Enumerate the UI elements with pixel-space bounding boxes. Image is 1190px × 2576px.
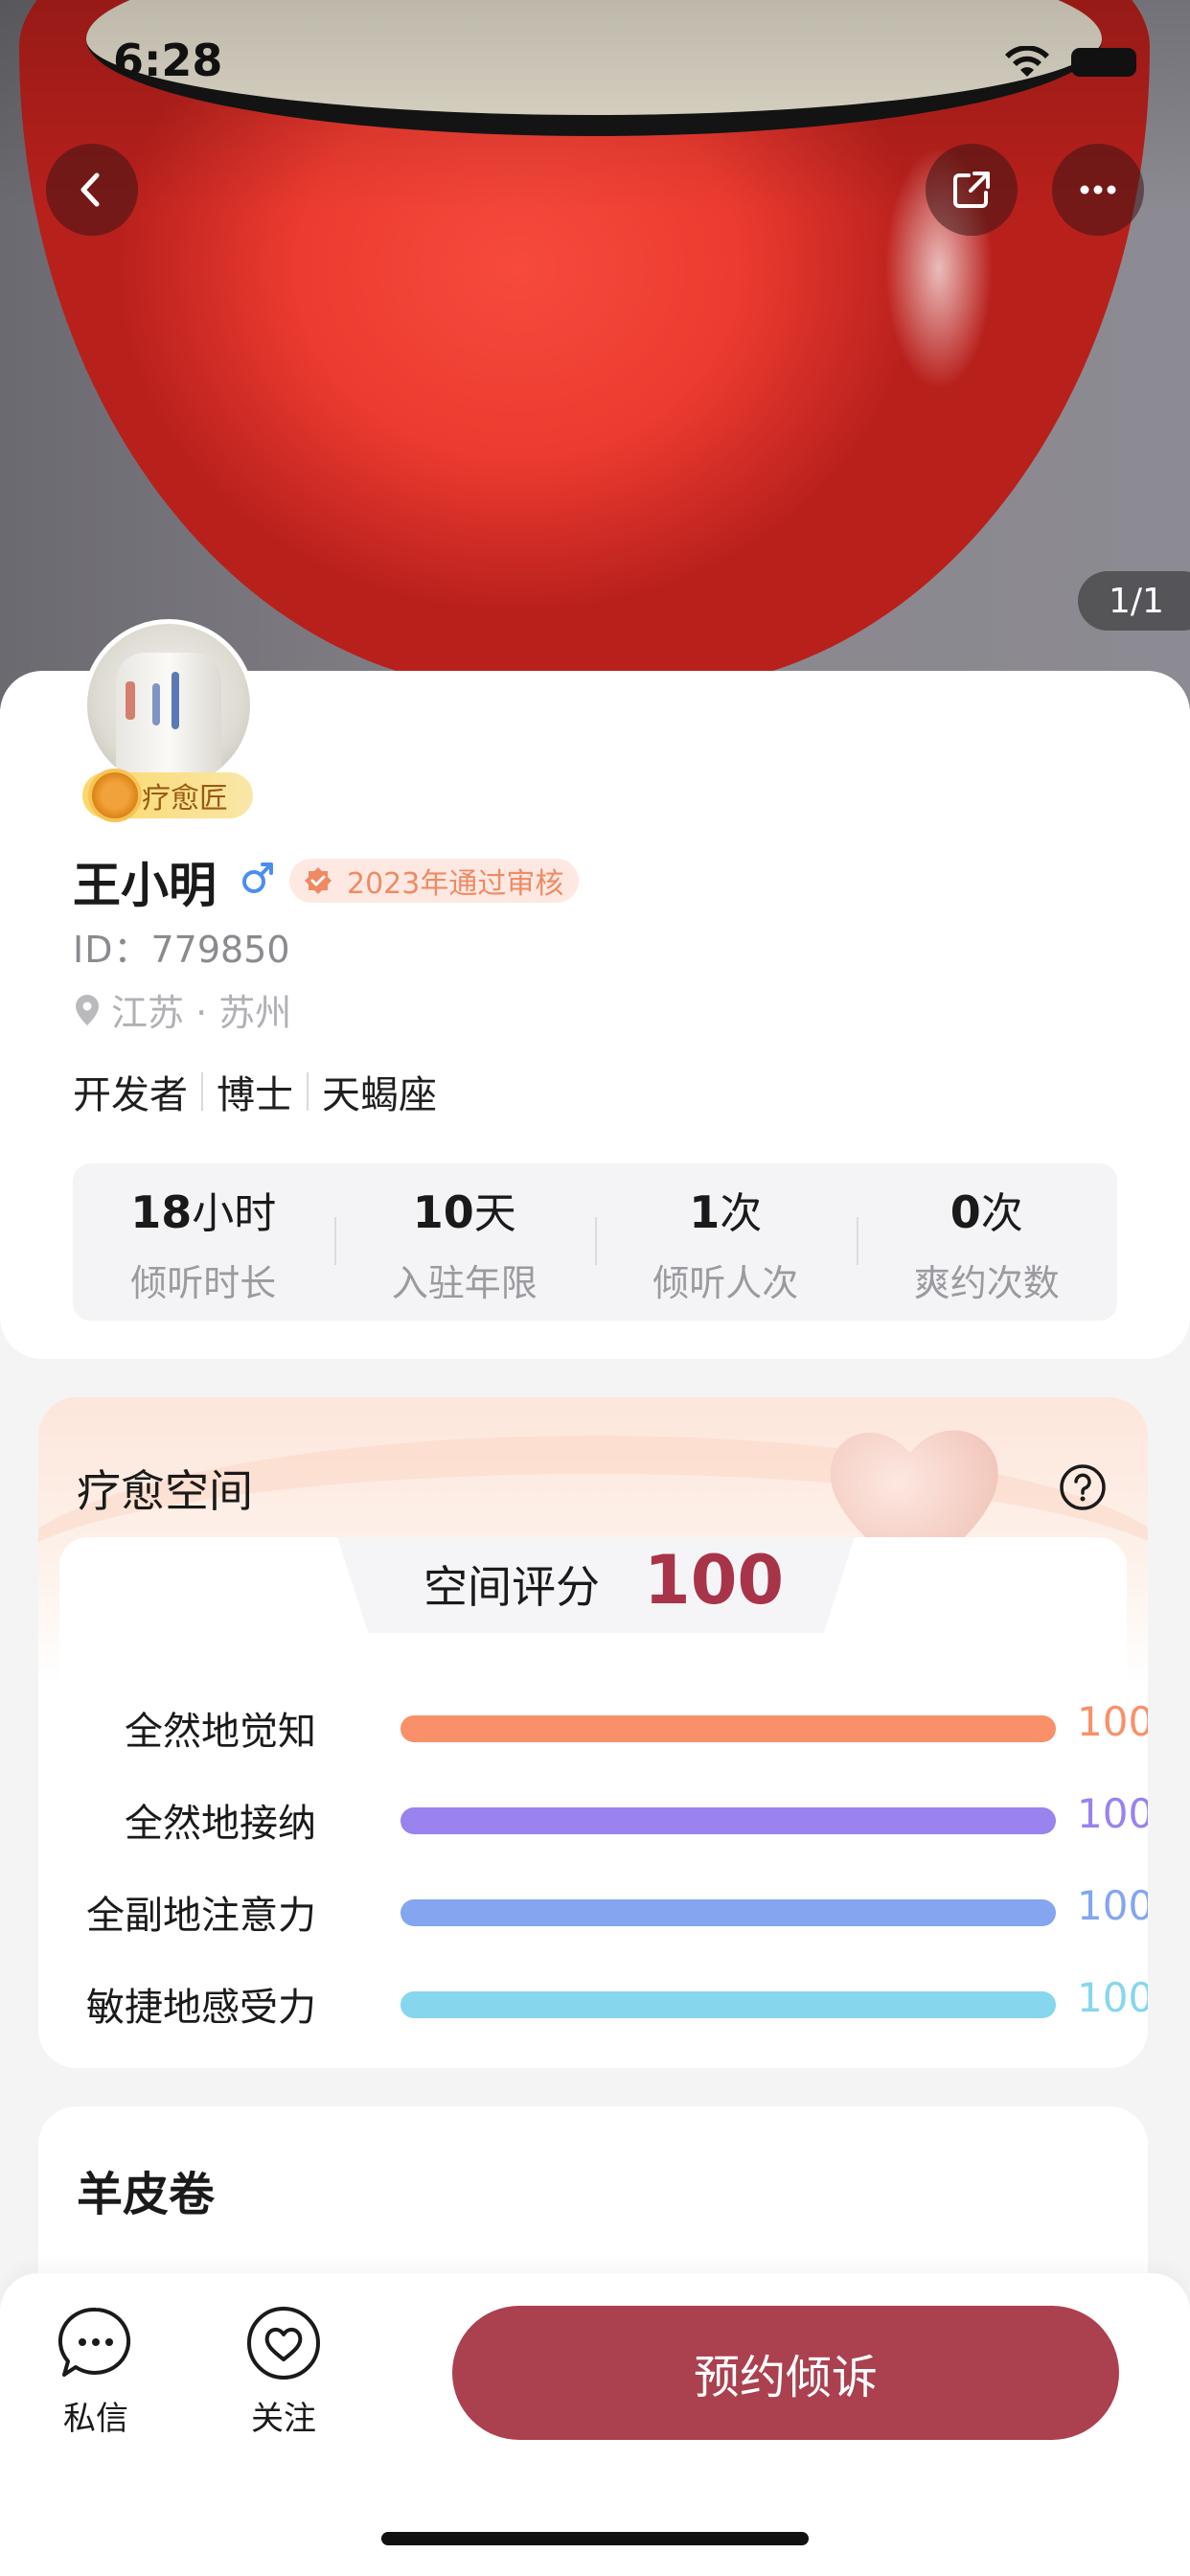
healer-badge-label: 疗愈匠 bbox=[142, 782, 228, 816]
status-time: 6:28 bbox=[113, 34, 223, 86]
score-label: 空间评分 bbox=[423, 1561, 600, 1613]
healing-space-title: 疗愈空间 bbox=[77, 1465, 253, 1517]
metric-bar bbox=[400, 1991, 1056, 2018]
user-name: 王小明 bbox=[73, 858, 217, 913]
metric-bar bbox=[400, 1807, 1056, 1834]
wifi-icon bbox=[1005, 46, 1049, 77]
verified-badge: 2023年通过审核 bbox=[289, 859, 580, 903]
home-indicator bbox=[381, 2532, 809, 2545]
more-dots-icon bbox=[1080, 185, 1116, 195]
parchment-title: 羊皮卷 bbox=[77, 2168, 216, 2221]
battery-icon bbox=[1071, 48, 1136, 77]
follow-button[interactable]: 关注 bbox=[226, 2304, 341, 2439]
help-icon[interactable] bbox=[1058, 1462, 1108, 1512]
stat-listening-hours: 18小时 倾听时长 bbox=[130, 1185, 277, 1304]
stats-panel: 18小时 倾听时长 10天 入驻年限 1次 倾听人次 0次 爽约次数 bbox=[73, 1163, 1117, 1321]
profile-tags: 开发者 博士 天蝎座 bbox=[73, 1064, 437, 1119]
location-pin-icon bbox=[76, 994, 99, 1025]
share-icon bbox=[953, 172, 990, 208]
medal-icon bbox=[88, 769, 142, 822]
healing-space-card: 疗愈空间 空间评分 100 全然地觉知 100 全然地接纳 100 全副地注意力… bbox=[38, 1397, 1148, 2068]
metric-bar bbox=[400, 1899, 1056, 1926]
back-button[interactable] bbox=[46, 144, 138, 236]
stat-days-joined: 10天 入驻年限 bbox=[333, 1179, 596, 1306]
healer-badge: 疗愈匠 bbox=[82, 769, 253, 822]
metric-bar bbox=[400, 1715, 1056, 1742]
share-button[interactable] bbox=[926, 144, 1018, 236]
metric-awareness: 全然地觉知 100 bbox=[125, 1698, 1148, 1754]
avatar[interactable] bbox=[82, 619, 255, 792]
chat-bubble-icon bbox=[57, 2307, 131, 2377]
male-icon bbox=[242, 862, 273, 893]
stat-listen-count: 1次 倾听人次 bbox=[595, 1179, 857, 1306]
metric-attention: 全副地注意力 100 bbox=[86, 1882, 1148, 1938]
heart-icon bbox=[247, 2307, 320, 2380]
status-icons bbox=[1004, 46, 1136, 79]
verified-check-icon bbox=[305, 867, 332, 894]
verified-label: 2023年通过审核 bbox=[347, 867, 564, 901]
score-value: 100 bbox=[644, 1541, 785, 1620]
space-score-panel: 空间评分 100 全然地觉知 100 全然地接纳 100 全副地注意力 100 … bbox=[59, 1537, 1148, 2045]
chevron-left-icon bbox=[80, 172, 100, 207]
location-text: 江苏 · 苏州 bbox=[111, 992, 292, 1034]
more-button[interactable] bbox=[1052, 144, 1144, 236]
user-id: ID：779850 bbox=[73, 929, 290, 971]
tag: 天蝎座 bbox=[322, 1073, 437, 1117]
book-session-button[interactable]: 预约倾诉 bbox=[452, 2306, 1119, 2440]
tag: 开发者 bbox=[73, 1073, 188, 1117]
location: 江苏 · 苏州 bbox=[73, 983, 291, 1036]
stat-no-show-count: 0次 爽约次数 bbox=[856, 1179, 1118, 1306]
metric-acceptance: 全然地接纳 100 bbox=[125, 1790, 1148, 1846]
tag: 博士 bbox=[217, 1073, 293, 1117]
photo-page-counter: 1/1 bbox=[1078, 571, 1190, 631]
hero-photo[interactable] bbox=[0, 0, 1190, 709]
metric-sensitivity: 敏捷地感受力 100 bbox=[86, 1974, 1148, 2030]
private-message-button[interactable]: 私信 bbox=[38, 2304, 153, 2439]
